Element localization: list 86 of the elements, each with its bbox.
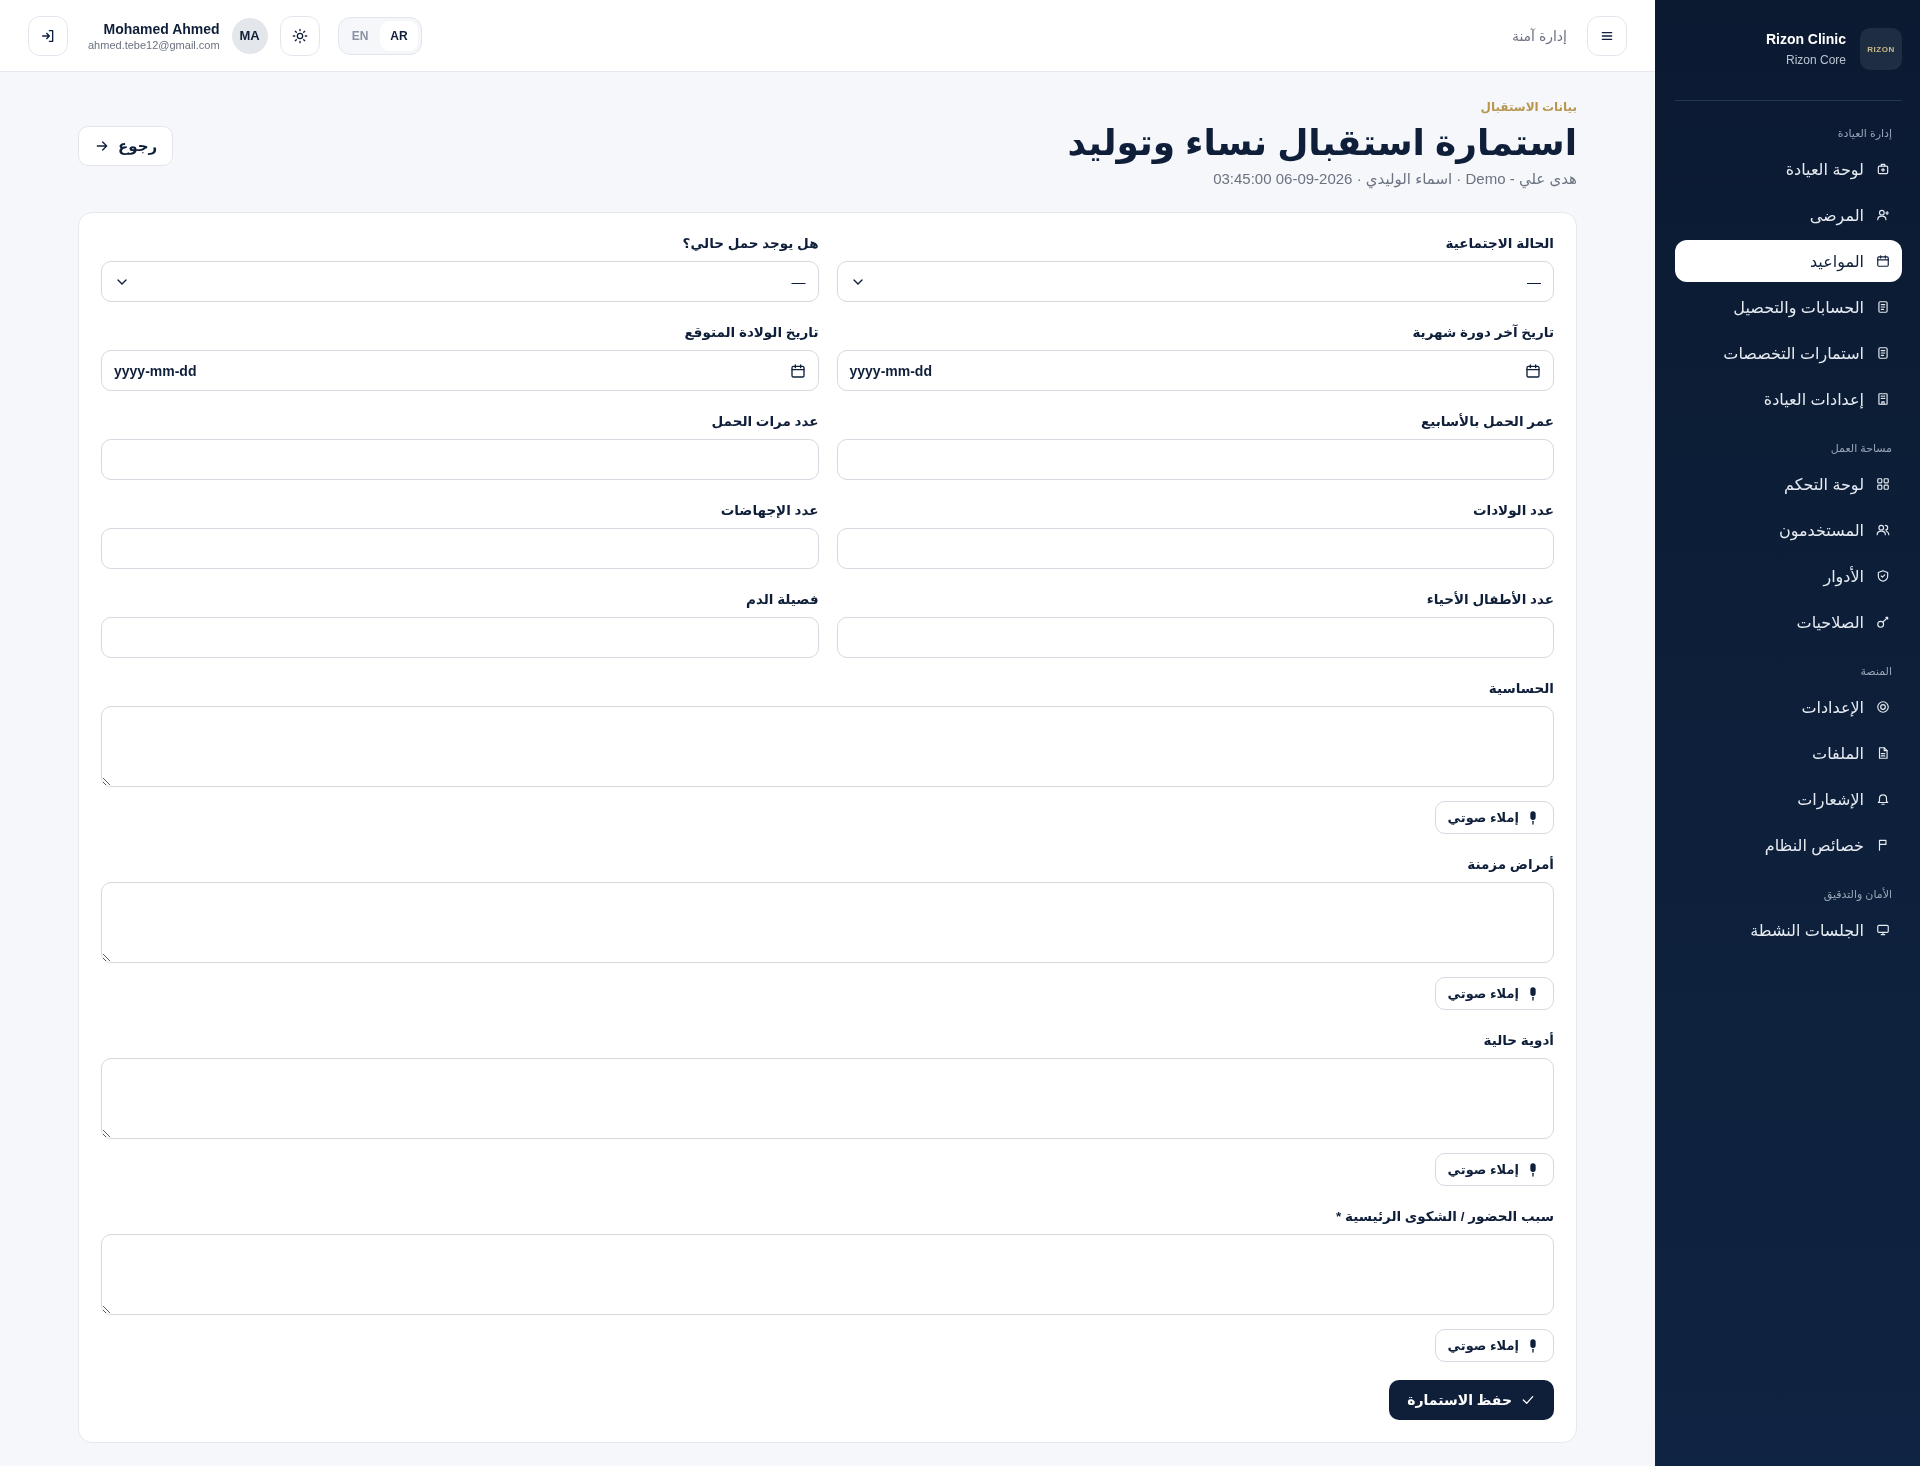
- logout-icon: [40, 27, 56, 44]
- user-name: Mohamed Ahmed: [103, 20, 220, 37]
- menu-button[interactable]: [1587, 15, 1627, 56]
- save-form-button[interactable]: حفظ الاستمارة: [1389, 1380, 1554, 1420]
- monitor-icon: [1876, 923, 1890, 937]
- field-label: عمر الحمل بالأسابيع: [1419, 413, 1554, 429]
- sidebar-item[interactable]: المرضى: [1675, 194, 1902, 236]
- user-email: ahmed.tebe12@gmail.com: [88, 38, 220, 51]
- sidebar-item[interactable]: الإعدادات: [1675, 686, 1902, 728]
- page-title: استمارة استقبال نساء وتوليد: [1067, 122, 1577, 164]
- text-area[interactable]: [101, 1058, 1554, 1139]
- select-field[interactable]: —: [836, 261, 1554, 302]
- brand-subtitle: Rizon Core: [1784, 53, 1846, 67]
- field-label: تاريخ آخر دورة شهرية: [1411, 324, 1554, 340]
- field-label: سبب الحضور / الشكوى الرئيسية *: [1334, 1208, 1554, 1224]
- field-label: عدد الإجهاضات: [719, 502, 819, 518]
- field-label: الحساسية: [1487, 680, 1554, 696]
- theme-toggle-button[interactable]: [279, 15, 320, 56]
- sidebar-item[interactable]: المواعيد: [1675, 240, 1902, 282]
- flag-icon: [1876, 838, 1890, 852]
- input-field[interactable]: [101, 439, 819, 480]
- calendar-icon: [789, 362, 806, 379]
- sidebar-item[interactable]: الأدوار: [1675, 555, 1902, 597]
- shield-icon: [1876, 569, 1890, 583]
- file-icon: [1876, 746, 1890, 760]
- sidebar-item[interactable]: إعدادات العيادة: [1675, 378, 1902, 420]
- sidebar-item[interactable]: لوحة التحكم: [1675, 463, 1902, 505]
- sidebar-item[interactable]: المستخدمون: [1675, 509, 1902, 551]
- voice-dictation-button[interactable]: إملاء صوتي: [1434, 801, 1554, 834]
- back-button[interactable]: رجوع: [78, 126, 174, 166]
- settings-icon: [1876, 700, 1890, 714]
- sidebar-section-title: مساحة العمل: [1829, 441, 1892, 456]
- date-field[interactable]: yyyy-mm-dd: [836, 350, 1554, 391]
- sidebar-item[interactable]: لوحة العيادة: [1675, 148, 1902, 190]
- eyebrow-text: بيانات الاستقبال: [1479, 100, 1577, 114]
- sidebar-section-title: إدارة العيادة: [1836, 126, 1892, 142]
- field-label: هل يوجد حمل حالي؟: [681, 235, 819, 251]
- voice-dictation-button[interactable]: إملاء صوتي: [1434, 1153, 1554, 1186]
- sidebar-item[interactable]: استمارات التخصصات: [1675, 332, 1902, 374]
- logout-button[interactable]: [28, 15, 68, 56]
- field-label: أمراض مزمنة: [1466, 856, 1554, 872]
- input-field[interactable]: [836, 439, 1554, 480]
- input-field[interactable]: [101, 617, 819, 658]
- field-label: عدد الولادات: [1471, 502, 1554, 518]
- field-label: فصيلة الدم: [745, 591, 819, 607]
- sidebar-item[interactable]: الجلسات النشطة: [1675, 909, 1902, 951]
- text-area[interactable]: [101, 1234, 1554, 1315]
- field-label: عدد مرات الحمل: [710, 413, 819, 429]
- document-icon: [1876, 300, 1890, 314]
- field-label: تاريخ الولادة المتوقع: [683, 324, 819, 340]
- user-avatar[interactable]: MA: [231, 17, 268, 54]
- input-field[interactable]: [101, 528, 819, 569]
- sidebar-item[interactable]: الصلاحيات: [1675, 601, 1902, 643]
- section-title: إدارة آمنة: [1511, 27, 1567, 44]
- arrow-icon: [94, 138, 110, 154]
- input-field[interactable]: [836, 617, 1554, 658]
- sidebar-item[interactable]: الملفات: [1675, 732, 1902, 774]
- sidebar-item[interactable]: خصائص النظام: [1675, 824, 1902, 866]
- text-area[interactable]: [101, 882, 1554, 963]
- medical-case-icon: [1876, 162, 1890, 176]
- voice-dictation-button[interactable]: إملاء صوتي: [1434, 977, 1554, 1010]
- language-option[interactable]: AR: [380, 20, 418, 51]
- calendar-icon: [1525, 362, 1541, 379]
- select-field[interactable]: —: [101, 261, 819, 302]
- bell-icon: [1876, 792, 1890, 806]
- sidebar-item[interactable]: الإشعارات: [1675, 778, 1902, 820]
- user-plus-icon: [1876, 208, 1890, 222]
- brand-name: Rizon Clinic: [1765, 31, 1846, 47]
- users-icon: [1876, 523, 1890, 537]
- brand-logo: RIZON: [1860, 28, 1902, 70]
- building-icon: [1876, 392, 1890, 406]
- date-field[interactable]: yyyy-mm-dd: [101, 350, 819, 391]
- document-icon: [1876, 346, 1890, 360]
- input-field[interactable]: [836, 528, 1554, 569]
- sidebar-section-title: المنصة: [1859, 664, 1892, 679]
- field-label: عدد الأطفال الأحياء: [1425, 591, 1554, 607]
- page-subtitle: هدى علي - Demo · اسماء الوليدي · 2026-09-06 03:45:00: [1212, 170, 1577, 188]
- text-area[interactable]: [101, 706, 1554, 787]
- sun-icon: [291, 27, 308, 44]
- calendar-icon: [1876, 254, 1890, 268]
- voice-dictation-button[interactable]: إملاء صوتي: [1434, 1329, 1554, 1362]
- field-label: أدوية حالية: [1482, 1032, 1554, 1048]
- field-label: الحالة الاجتماعية: [1444, 235, 1554, 251]
- sidebar-item[interactable]: الحسابات والتحصيل: [1675, 286, 1902, 328]
- grid-icon: [1876, 477, 1890, 491]
- sidebar-section-title: الأمان والتدقيق: [1822, 886, 1892, 903]
